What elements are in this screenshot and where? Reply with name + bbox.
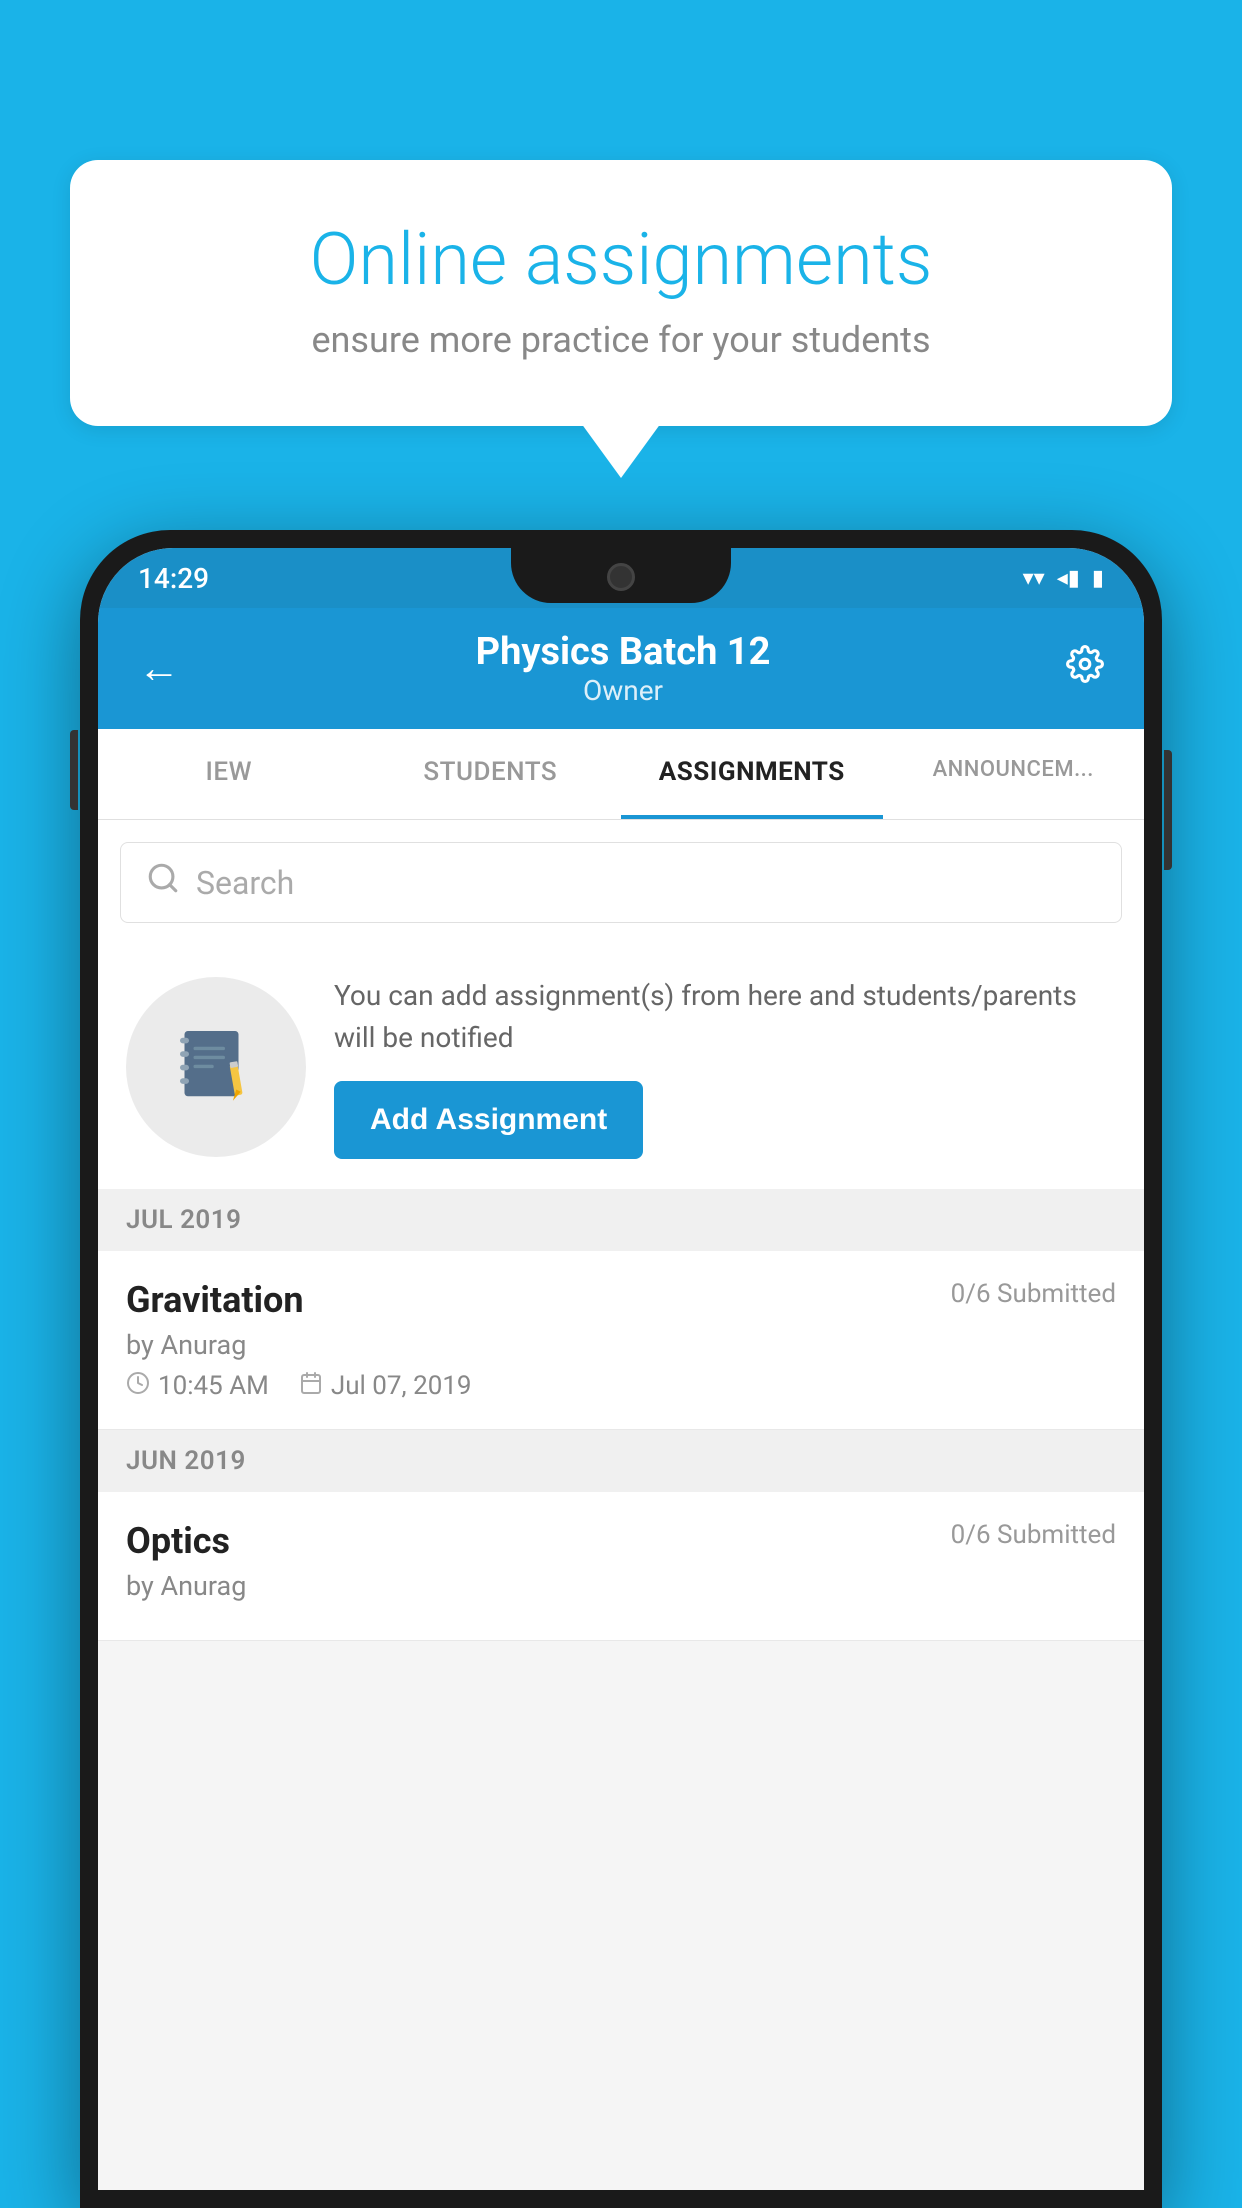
notebook-icon bbox=[171, 1022, 261, 1112]
phone-screen: 14:29 ▾▾ ◂▮ ▮ ← Physics Batch 12 Owner bbox=[98, 548, 1144, 2190]
assignment-by: by Anurag bbox=[126, 1329, 1116, 1361]
tab-students[interactable]: STUDENTS bbox=[360, 729, 622, 819]
signal-icon: ◂▮ bbox=[1057, 566, 1080, 591]
header-subtitle: Owner bbox=[180, 674, 1066, 707]
speech-bubble-container: Online assignments ensure more practice … bbox=[70, 160, 1172, 426]
back-button[interactable]: ← bbox=[138, 644, 180, 693]
assignment-item-top-optics: Optics 0/6 Submitted bbox=[126, 1520, 1116, 1562]
promo-text-block: You can add assignment(s) from here and … bbox=[334, 975, 1116, 1159]
assignment-item-top: Gravitation 0/6 Submitted bbox=[126, 1279, 1116, 1321]
search-placeholder: Search bbox=[196, 864, 294, 902]
wifi-icon: ▾▾ bbox=[1023, 566, 1045, 591]
tab-iew[interactable]: IEW bbox=[98, 729, 360, 819]
assignment-submitted-optics: 0/6 Submitted bbox=[951, 1520, 1116, 1550]
power-button-right bbox=[1164, 750, 1172, 870]
search-bar[interactable]: Search bbox=[120, 842, 1122, 923]
section-header-jul: JUL 2019 bbox=[98, 1189, 1144, 1251]
tab-assignments[interactable]: ASSIGNMENTS bbox=[621, 729, 883, 819]
speech-bubble: Online assignments ensure more practice … bbox=[70, 160, 1172, 426]
tab-announcements[interactable]: ANNOUNCEM... bbox=[883, 729, 1145, 819]
content-area: Search bbox=[98, 820, 1144, 1641]
assignment-time: 10:45 AM bbox=[126, 1371, 269, 1401]
clock-icon bbox=[126, 1371, 150, 1401]
speech-bubble-title: Online assignments bbox=[140, 220, 1102, 299]
assignment-by-optics: by Anurag bbox=[126, 1570, 1116, 1602]
assignment-date: Jul 07, 2019 bbox=[299, 1371, 472, 1401]
assignment-item-gravitation[interactable]: Gravitation 0/6 Submitted by Anurag 10:4… bbox=[98, 1251, 1144, 1430]
promo-icon-circle bbox=[126, 977, 306, 1157]
volume-button-left bbox=[70, 730, 78, 810]
search-icon bbox=[146, 861, 180, 904]
header-title-block: Physics Batch 12 Owner bbox=[180, 630, 1066, 707]
settings-button[interactable] bbox=[1066, 645, 1104, 693]
app-header: ← Physics Batch 12 Owner bbox=[98, 608, 1144, 729]
assignment-item-optics[interactable]: Optics 0/6 Submitted by Anurag bbox=[98, 1492, 1144, 1641]
header-title: Physics Batch 12 bbox=[180, 630, 1066, 674]
promo-description: You can add assignment(s) from here and … bbox=[334, 975, 1116, 1059]
assignment-name: Gravitation bbox=[126, 1279, 304, 1321]
assignment-name-optics: Optics bbox=[126, 1520, 230, 1562]
battery-icon: ▮ bbox=[1092, 566, 1104, 591]
phone-frame: 14:29 ▾▾ ◂▮ ▮ ← Physics Batch 12 Owner bbox=[80, 530, 1162, 2208]
calendar-icon bbox=[299, 1371, 323, 1401]
promo-block: You can add assignment(s) from here and … bbox=[98, 945, 1144, 1189]
assignment-submitted: 0/6 Submitted bbox=[951, 1279, 1116, 1309]
add-assignment-button[interactable]: Add Assignment bbox=[334, 1081, 643, 1159]
speech-bubble-subtitle: ensure more practice for your students bbox=[140, 319, 1102, 361]
front-camera bbox=[607, 563, 635, 591]
status-time: 14:29 bbox=[138, 562, 209, 595]
assignment-meta: 10:45 AM Jul 07, 2019 bbox=[126, 1371, 1116, 1401]
phone-notch bbox=[511, 548, 731, 603]
tabs-bar: IEW STUDENTS ASSIGNMENTS ANNOUNCEM... bbox=[98, 729, 1144, 820]
section-header-jun: JUN 2019 bbox=[98, 1430, 1144, 1492]
status-icons: ▾▾ ◂▮ ▮ bbox=[1023, 566, 1104, 591]
